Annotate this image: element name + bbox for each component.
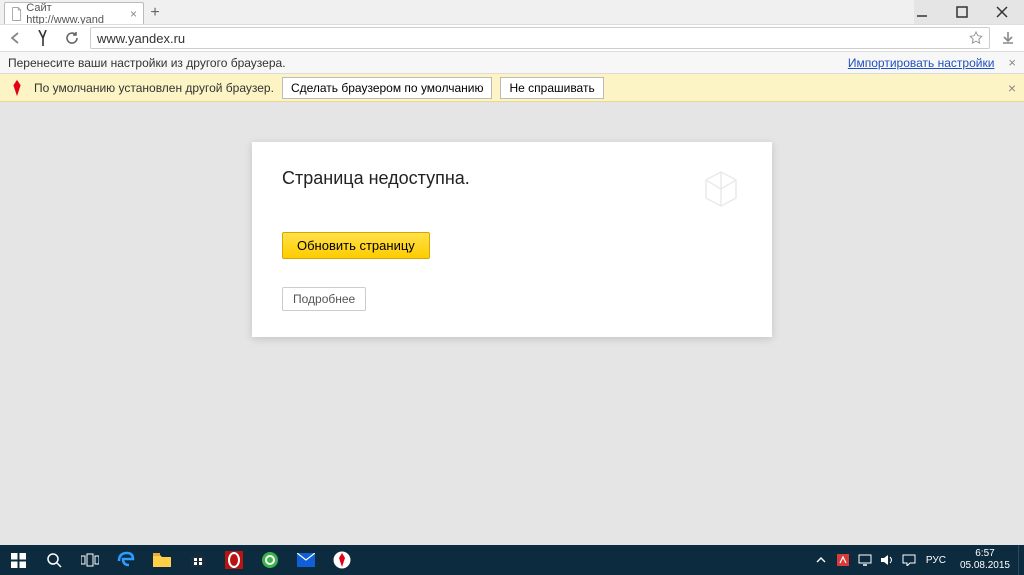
address-bar bbox=[0, 24, 1024, 52]
yandex-cube-icon bbox=[700, 168, 742, 210]
import-info-text: Перенесите ваши настройки из другого бра… bbox=[8, 56, 286, 70]
tray-date: 05.08.2015 bbox=[960, 560, 1010, 572]
downloads-button[interactable] bbox=[998, 28, 1018, 48]
tab-title: Сайт http://www.yand bbox=[26, 2, 126, 26]
close-info-bar-icon[interactable]: × bbox=[1008, 55, 1016, 70]
close-yellow-bar-icon[interactable]: × bbox=[1008, 80, 1016, 96]
browser-tab[interactable]: Сайт http://www.yand × bbox=[4, 2, 144, 24]
import-info-bar: Перенесите ваши настройки из другого бра… bbox=[0, 52, 1024, 74]
start-button[interactable] bbox=[0, 545, 36, 575]
tray-time: 6:57 bbox=[960, 548, 1010, 560]
addr-right bbox=[998, 28, 1018, 48]
close-window-button[interactable] bbox=[990, 0, 1014, 24]
back-button[interactable] bbox=[6, 28, 26, 48]
file-explorer-icon[interactable] bbox=[144, 545, 180, 575]
tray-volume-icon[interactable] bbox=[876, 545, 898, 575]
import-settings-link[interactable]: Импортировать настройки bbox=[848, 56, 995, 70]
tray-language[interactable]: РУС bbox=[920, 555, 952, 566]
error-title: Страница недоступна. bbox=[282, 168, 470, 189]
default-browser-bar: По умолчанию установлен другой браузер. … bbox=[0, 74, 1024, 102]
tab-bar: Сайт http://www.yand × + bbox=[0, 0, 914, 24]
search-icon[interactable] bbox=[36, 545, 72, 575]
tray-chevron-up-icon[interactable] bbox=[810, 545, 832, 575]
url-input-wrapper[interactable] bbox=[90, 27, 990, 49]
more-details-button[interactable]: Подробнее bbox=[282, 287, 366, 311]
set-default-button[interactable]: Сделать браузером по умолчанию bbox=[282, 77, 493, 99]
task-view-icon[interactable] bbox=[72, 545, 108, 575]
tray-network-icon[interactable] bbox=[854, 545, 876, 575]
yandex-logo-icon[interactable] bbox=[34, 28, 54, 48]
taskbar-right: РУС 6:57 05.08.2015 bbox=[810, 545, 1024, 575]
show-desktop-button[interactable] bbox=[1018, 545, 1022, 575]
dont-ask-button[interactable]: Не спрашивать bbox=[500, 77, 603, 99]
maximize-button[interactable] bbox=[950, 0, 974, 24]
close-tab-icon[interactable]: × bbox=[130, 7, 137, 21]
opera-icon[interactable] bbox=[216, 545, 252, 575]
refresh-page-button[interactable]: Обновить страницу bbox=[282, 232, 430, 259]
tray-clock[interactable]: 6:57 05.08.2015 bbox=[952, 548, 1018, 572]
tray-security-icon[interactable] bbox=[832, 545, 854, 575]
reload-button[interactable] bbox=[62, 28, 82, 48]
edge-icon[interactable] bbox=[108, 545, 144, 575]
bookmark-star-icon[interactable] bbox=[969, 31, 983, 45]
url-input[interactable] bbox=[97, 31, 963, 46]
tray-action-center-icon[interactable] bbox=[898, 545, 920, 575]
green-app-icon[interactable] bbox=[252, 545, 288, 575]
yandex-browser-icon[interactable] bbox=[324, 545, 360, 575]
store-icon[interactable] bbox=[180, 545, 216, 575]
error-card: Страница недоступна. Обновить страницу П… bbox=[252, 142, 772, 337]
taskbar: РУС 6:57 05.08.2015 bbox=[0, 545, 1024, 575]
yandex-logo-icon bbox=[8, 79, 26, 97]
mail-icon[interactable] bbox=[288, 545, 324, 575]
page-content: Страница недоступна. Обновить страницу П… bbox=[0, 102, 1024, 545]
default-browser-text: По умолчанию установлен другой браузер. bbox=[34, 81, 274, 95]
taskbar-left bbox=[0, 545, 360, 575]
new-tab-button[interactable]: + bbox=[144, 2, 166, 24]
page-icon bbox=[11, 7, 22, 21]
